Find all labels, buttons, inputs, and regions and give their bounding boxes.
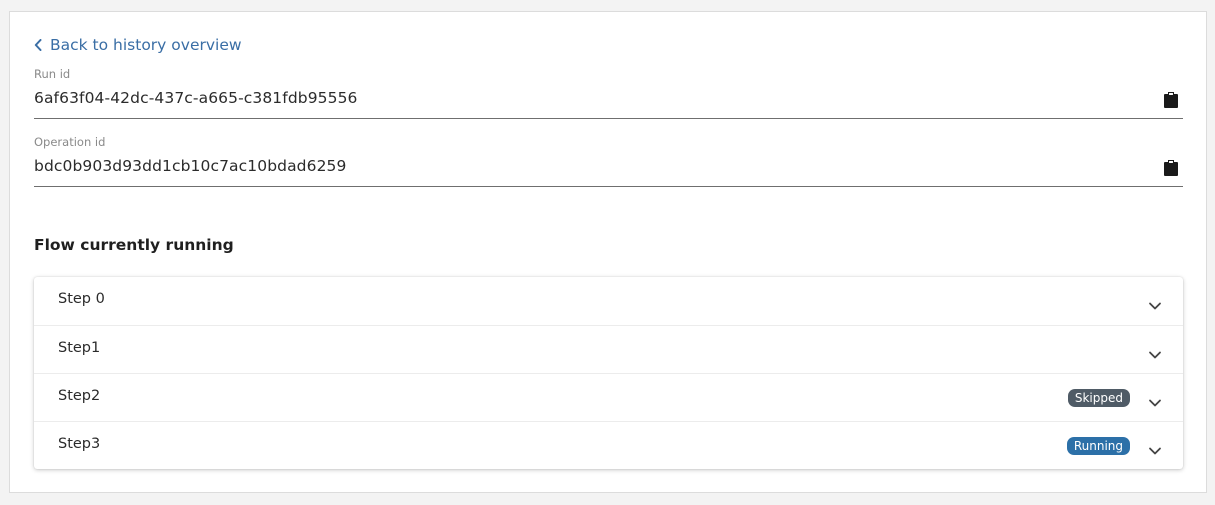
operation-id-value: bdc0b903d93dd1cb10c7ac10bdad6259 [34,157,347,175]
chevron-down-icon[interactable] [1148,345,1162,359]
chevron-down-icon[interactable] [1148,296,1162,310]
copy-run-id-button[interactable] [1163,91,1179,109]
step-label: Step 0 [58,291,105,307]
step-label: Step3 [58,436,101,452]
step-item-0[interactable]: Step 0 [34,277,1183,325]
step-item-2[interactable]: Step2 Skipped [34,373,1183,421]
run-id-label: Run id [34,67,71,81]
step-label: Step2 [58,388,101,404]
copy-operation-id-button[interactable] [1163,159,1179,177]
status-badge-running: Running [1066,437,1130,455]
chevron-down-icon[interactable] [1148,393,1162,407]
operation-id-field: Operation id bdc0b903d93dd1cb10c7ac10bda… [34,135,1183,187]
steps-accordion: Step 0 Step1 Step2 Skipped Step3 Running [34,277,1183,469]
flow-section-title: Flow currently running [34,236,234,254]
clipboard-icon [1163,160,1179,181]
step-item-1[interactable]: Step1 [34,325,1183,373]
run-id-value: 6af63f04-42dc-437c-a665-c381fdb95556 [34,89,358,107]
clipboard-icon [1163,92,1179,113]
chevron-down-icon[interactable] [1148,441,1162,455]
back-link-label: Back to history overview [50,36,242,54]
chevron-left-icon [34,39,42,51]
operation-id-label: Operation id [34,135,106,149]
status-badge-skipped: Skipped [1067,389,1130,407]
back-to-history-link[interactable]: Back to history overview [34,36,242,54]
run-id-field: Run id 6af63f04-42dc-437c-a665-c381fdb95… [34,67,1183,119]
step-item-3[interactable]: Step3 Running [34,421,1183,469]
step-label: Step1 [58,340,101,356]
